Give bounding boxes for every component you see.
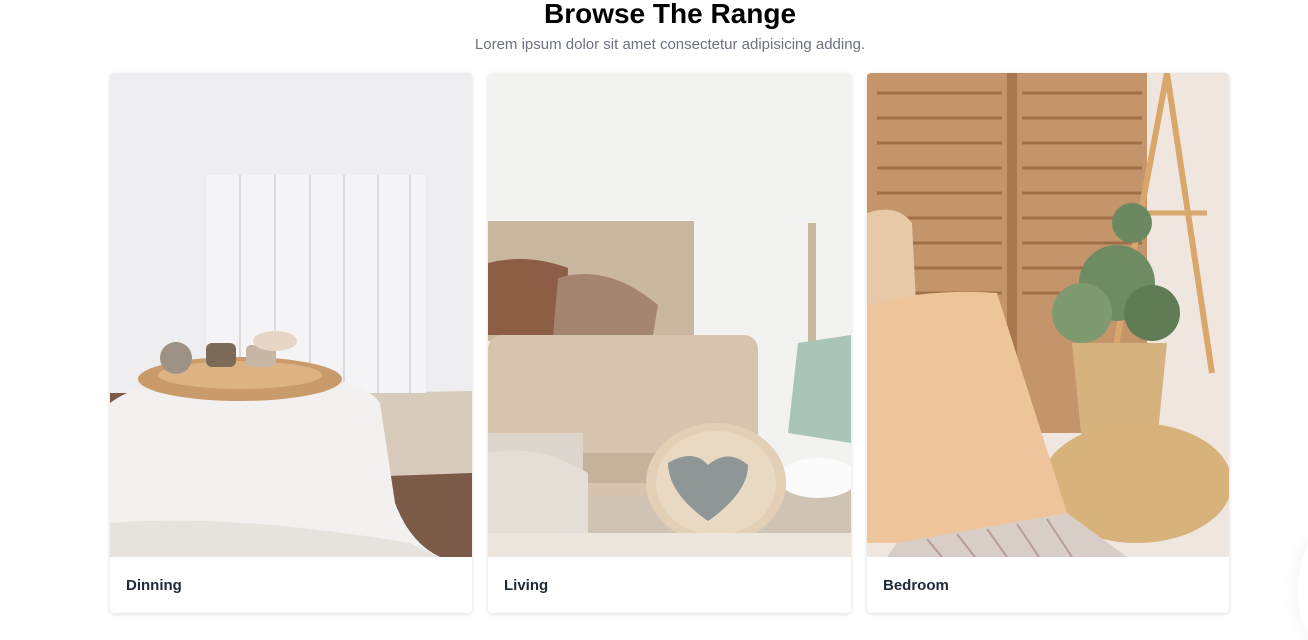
living-room-photo[interactable] bbox=[488, 73, 851, 557]
category-card-dining[interactable]: Dinning bbox=[110, 73, 472, 613]
edge-shadow bbox=[1298, 540, 1308, 640]
category-card-bedroom[interactable]: Bedroom bbox=[867, 73, 1229, 613]
category-card-living[interactable]: Living bbox=[488, 73, 851, 613]
section-title: Browse The Range bbox=[543, 0, 797, 29]
browse-range-section: Browse The Range Lorem ipsum dolor sit a… bbox=[0, 0, 1308, 624]
bedroom-photo[interactable] bbox=[867, 73, 1229, 557]
card-label-dining: Dinning bbox=[126, 577, 182, 594]
dining-room-photo[interactable] bbox=[110, 73, 472, 557]
card-label-living: Living bbox=[504, 577, 549, 594]
section-subtitle: Lorem ipsum dolor sit amet consectetur a… bbox=[474, 36, 866, 53]
category-cards: Dinning Living Bedroom bbox=[110, 73, 1229, 613]
card-label-bedroom: Bedroom bbox=[883, 577, 949, 594]
